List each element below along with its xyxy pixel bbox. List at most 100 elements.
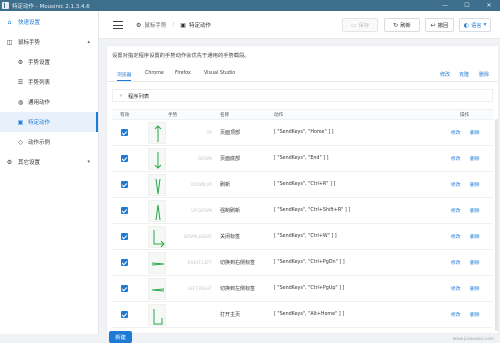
gesture-name: 页面顶部 (220, 130, 241, 136)
sidebar-item-label: 快速设置 (18, 20, 41, 26)
gesture-name: 关闭标签 (220, 234, 241, 240)
sidebar-item-label: 手势设置 (28, 60, 51, 66)
edit-row-link[interactable]: 修改 (451, 146, 461, 171)
gesture-preview (148, 172, 166, 197)
sidebar: ⌂ 快速设置 ◫ 鼠标手势 ▴ ⚙ 手势设置 ☰ 手势列表 ◍ 通用动作 ▣ 特… (0, 11, 99, 334)
menu-toggle-icon[interactable] (113, 21, 123, 29)
clone-tab-link[interactable]: 克隆 (459, 71, 469, 78)
delete-row-link[interactable]: 删除 (470, 276, 480, 301)
chevron-right-icon: › (120, 92, 122, 99)
table-row: UP,DOWN 强制刷新 [ "SendKeys", "Ctrl+Shift+R" … (112, 198, 493, 224)
edit-row-link[interactable]: 修改 (451, 224, 461, 249)
gesture-preview (148, 250, 166, 275)
save-icon: ▭ (350, 21, 357, 29)
sidebar-item-other-settings[interactable]: ⚙ 其它设置 ▾ (0, 152, 98, 172)
edit-row-link[interactable]: 修改 (451, 172, 461, 197)
enabled-checkbox[interactable] (121, 250, 128, 275)
sidebar-item-mouse-gestures[interactable]: ◫ 鼠标手势 ▴ (0, 32, 98, 52)
main-area: ⚙ 鼠标手势 / ▣ 特定动作 ▭ 保存 ↻ 刷新 ↩ 撤回 ◐ 语言 ▾ 设置… (99, 11, 500, 343)
program-tabs: 浏览器 Chrome Firefox Visual Studio 修改 克隆 删… (107, 69, 498, 82)
page-description: 设置对指定程序设置的手势动作会优先于通用的手势截段。 (112, 53, 250, 59)
refresh-button[interactable]: ↻ 刷新 (384, 18, 420, 32)
gesture-name: 打开主页 (220, 312, 241, 318)
enabled-checkbox[interactable] (121, 224, 128, 249)
delete-row-link[interactable]: 删除 (470, 198, 480, 223)
table-row: DOWN,RIGHT 关闭标签 [ "SendKeys", "Ctrl+W" ] ]… (112, 224, 493, 250)
enabled-checkbox[interactable] (121, 302, 128, 327)
sidebar-item-label: 鼠标手势 (18, 40, 41, 46)
gesture-code: RIGHT,LEFT (187, 260, 212, 265)
example-icon: ◇ (18, 138, 23, 146)
delete-tab-link[interactable]: 删除 (479, 71, 489, 78)
gesture-preview (148, 276, 166, 301)
sidebar-item-label: 特定动作 (28, 120, 51, 126)
sidebar-item-action-examples[interactable]: ◇ 动作示例 (0, 132, 98, 152)
sidebar-item-label: 其它设置 (18, 160, 41, 166)
edit-row-link[interactable]: 修改 (451, 302, 461, 327)
table-body: UP 页面顶部[ "SendKeys", "Home" ] ] 修改 删除 DOWN 页面… (112, 120, 493, 328)
chevron-up-icon: ▴ (87, 39, 90, 45)
undo-icon: ↩ (430, 21, 436, 29)
title-bar: 特定动作 - Mousinic 2.1.3.4.6 — ☐ ✕ (0, 0, 500, 11)
enabled-checkbox[interactable] (121, 146, 128, 171)
delete-row-link[interactable]: 删除 (470, 172, 480, 197)
sidebar-item-gesture-settings[interactable]: ⚙ 手势设置 (0, 52, 98, 72)
refresh-label: 刷新 (400, 23, 411, 29)
scrollbar[interactable] (495, 119, 498, 331)
sidebar-item-label: 动作示例 (28, 140, 51, 146)
edit-row-link[interactable]: 修改 (451, 120, 461, 145)
edit-row-link[interactable]: 修改 (451, 198, 461, 223)
tab-chrome[interactable]: Chrome (145, 71, 164, 76)
new-button[interactable]: 新建 (109, 331, 132, 343)
edit-row-link[interactable]: 修改 (451, 276, 461, 301)
enabled-checkbox[interactable] (121, 198, 128, 223)
gesture-name: 切换到右侧标签 (220, 260, 256, 266)
gesture-code: LEFT,RIGHT (187, 286, 212, 291)
gesture-action: [ "SendKeys", "Ctrl+Shift+R" ] ] (274, 208, 351, 213)
delete-row-link[interactable]: 删除 (470, 146, 480, 171)
tab-firefox[interactable]: Firefox (175, 71, 191, 76)
breadcrumb: ⚙ 鼠标手势 / ▣ 特定动作 (136, 20, 211, 30)
delete-row-link[interactable]: 删除 (470, 120, 480, 145)
delete-row-link[interactable]: 删除 (470, 224, 480, 249)
settings-icon: ⚙ (17, 58, 24, 66)
table-row: LEFT,RIGHT 切换到左侧标签 [ "SendKeys", "Ctrl+PgU… (112, 276, 493, 302)
save-button[interactable]: ▭ 保存 (342, 18, 378, 32)
tab-visual-studio[interactable]: Visual Studio (204, 71, 235, 76)
watermark: www.jixiaoaoxi.com (452, 336, 494, 341)
delete-row-link[interactable]: 删除 (470, 250, 480, 275)
col-name: 名称 (220, 112, 230, 118)
maximize-button[interactable]: ☐ (456, 0, 478, 11)
gesture-code: UP,DOWN (191, 208, 212, 213)
gesture-name: 强制刷新 (220, 208, 241, 214)
col-ops: 操作 (460, 112, 470, 118)
table-row: DOWN 页面底部 [ "SendKeys", "End" ] ] 修改 删除 (112, 146, 493, 172)
sidebar-item-gesture-list[interactable]: ☰ 手势列表 (0, 72, 98, 92)
edit-row-link[interactable]: 修改 (451, 250, 461, 275)
col-enabled: 有效 (120, 112, 130, 118)
sidebar-item-special-actions[interactable]: ▣ 特定动作 (0, 112, 98, 132)
gesture-name: 刷新 (220, 182, 231, 188)
delete-row-link[interactable]: 删除 (470, 302, 480, 327)
gesture-action: [ "SendKeys", "Home" ] ] (274, 130, 334, 135)
mouse-icon: ◫ (6, 38, 13, 46)
enabled-checkbox[interactable] (121, 172, 128, 197)
gesture-table: 有效 手势 名称 动作 操作 UP 页面顶部 [ "SendKeys", "Home… (112, 109, 493, 328)
enabled-checkbox[interactable] (121, 276, 128, 301)
save-label: 保存 (358, 23, 370, 29)
breadcrumb-item[interactable]: 鼠标手势 (144, 21, 166, 29)
back-button[interactable]: ↩ 撤回 (425, 18, 454, 32)
sidebar-item-quick-settings[interactable]: ⌂ 快速设置 (0, 12, 98, 32)
program-list-toggle[interactable]: › 程序列表 (112, 89, 493, 102)
close-button[interactable]: ✕ (478, 0, 500, 11)
language-button[interactable]: ◐ 语言 ▾ (459, 18, 491, 32)
edit-tab-link[interactable]: 修改 (440, 71, 450, 78)
app-icon (2, 2, 9, 9)
enabled-checkbox[interactable] (121, 120, 128, 145)
minimize-button[interactable]: — (434, 0, 456, 11)
col-action: 动作 (274, 112, 284, 118)
sidebar-item-general-actions[interactable]: ◍ 通用动作 (0, 92, 98, 112)
gesture-code: DOWN,UP (191, 182, 212, 187)
tab-browser[interactable]: 浏览器 (117, 71, 132, 81)
table-row: UP 页面顶部 [ "SendKeys", "Home" ] ] 修改 删除 (112, 120, 493, 146)
